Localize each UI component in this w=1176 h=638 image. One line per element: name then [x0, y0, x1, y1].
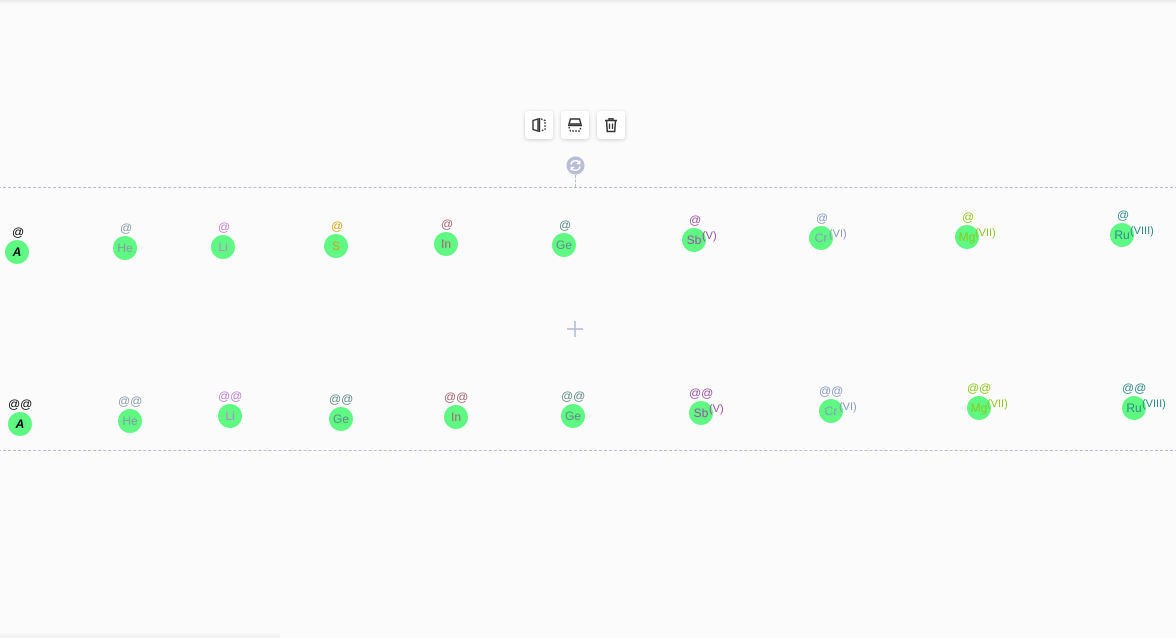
atom-symbol: Ge	[564, 409, 581, 423]
atom-symbol: Sb	[686, 233, 702, 247]
atom-valence-label: (V)	[709, 403, 724, 415]
atom-li[interactable]: Li	[211, 235, 235, 259]
atom-charge-label: @	[1117, 208, 1130, 222]
atom-symbol: Ge	[555, 238, 572, 252]
atom-symbol: Sb	[693, 406, 709, 420]
atom-symbol: Cr	[824, 404, 838, 418]
atom-li[interactable]: Li	[218, 404, 242, 428]
selection-box[interactable]	[0, 187, 1176, 451]
atom-symbol: In	[440, 237, 451, 251]
atom-valence-label: (VIII)	[1142, 398, 1166, 410]
delete-button[interactable]	[597, 111, 625, 139]
atom-valence-label: (VII)	[987, 398, 1008, 410]
atom-a[interactable]: A	[8, 412, 32, 436]
atom-charge-label: @@	[967, 381, 992, 395]
atom-in[interactable]: In	[434, 232, 458, 256]
flip-vertical-icon	[568, 118, 582, 132]
flip-horizontal-button[interactable]	[525, 111, 553, 139]
atom-charge-label: @@	[1122, 381, 1147, 395]
atom-symbol: Li	[218, 240, 228, 254]
atom-charge-label: @@	[118, 394, 143, 408]
rotate-handle-icon[interactable]	[566, 156, 585, 175]
atom-charge-label: @	[816, 211, 829, 225]
atom-charge-label: @@	[689, 386, 714, 400]
atom-symbol: He	[117, 241, 133, 255]
atom-charge-label: @	[441, 217, 454, 231]
atom-charge-label: @	[218, 220, 231, 234]
atom-s[interactable]: S	[324, 234, 348, 258]
atom-charge-label: @@	[218, 389, 243, 403]
atom-he[interactable]: He	[118, 409, 142, 433]
atom-symbol: S	[331, 239, 340, 253]
atom-ge[interactable]: Ge	[552, 233, 576, 257]
atom-charge-label: @@	[561, 389, 586, 403]
atom-charge-label: @	[962, 210, 975, 224]
atom-valence-label: (VIII)	[1130, 225, 1154, 237]
rotate-handle-connector	[575, 175, 576, 187]
atom-symbol: Ge	[332, 412, 349, 426]
atom-charge-label: @@	[329, 392, 354, 406]
atom-valence-label: (VII)	[975, 227, 996, 239]
trash-icon	[605, 118, 617, 133]
atom-symbol: A	[12, 245, 22, 259]
atom-symbol: Ru	[1126, 401, 1142, 415]
atom-charge-label: @@	[8, 397, 33, 411]
atom-valence-label: (V)	[702, 230, 717, 242]
top-bar-edge	[0, 0, 1176, 4]
atom-valence-label: (VI)	[839, 401, 857, 413]
atom-charge-label: @	[689, 213, 702, 227]
atom-in[interactable]: In	[444, 405, 468, 429]
atom-symbol: Li	[225, 409, 235, 423]
atom-he[interactable]: He	[113, 236, 137, 260]
reaction-plus-icon[interactable]	[566, 320, 584, 338]
atom-a[interactable]: A	[5, 240, 29, 264]
atom-charge-label: @	[120, 221, 133, 235]
atom-symbol: A	[15, 417, 25, 431]
atom-charge-label: @@	[444, 390, 469, 404]
atom-charge-label: @	[12, 225, 25, 239]
atom-ge[interactable]: Ge	[329, 407, 353, 431]
flip-horizontal-icon	[532, 118, 546, 132]
atom-symbol: Mg	[958, 230, 976, 244]
atom-charge-label: @	[331, 219, 344, 233]
page-bottom-edge	[0, 634, 280, 638]
atom-valence-label: (VI)	[829, 228, 847, 240]
atom-symbol: Cr	[814, 231, 828, 245]
atom-symbol: Ru	[1114, 228, 1130, 242]
selection-toolbar	[525, 111, 625, 139]
atom-symbol: Mg	[970, 401, 988, 415]
atom-ge[interactable]: Ge	[561, 404, 585, 428]
atom-symbol: In	[450, 410, 461, 424]
flip-vertical-button[interactable]	[561, 111, 589, 139]
atom-symbol: He	[122, 414, 138, 428]
atom-charge-label: @	[559, 218, 572, 232]
atom-charge-label: @@	[819, 384, 844, 398]
